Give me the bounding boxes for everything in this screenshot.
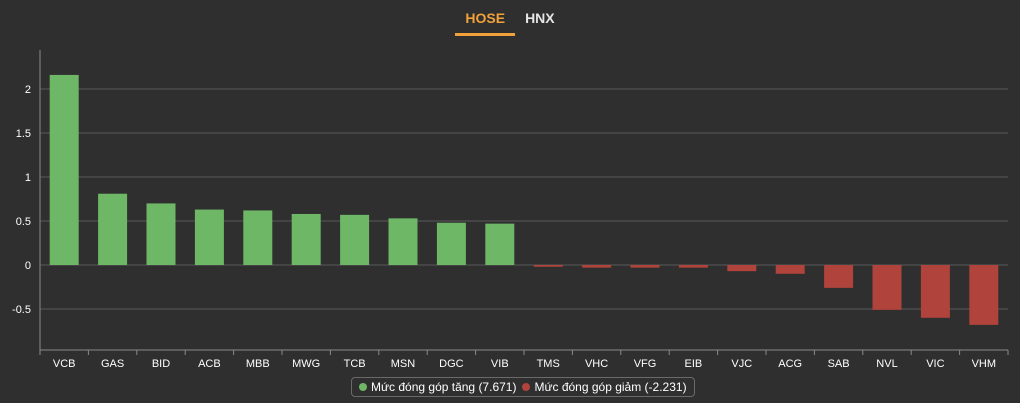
x-tick-label: TCB [344,358,366,370]
bar-mbb [243,210,273,265]
bar-nvl [872,265,902,310]
x-tick-label: VIB [491,358,509,370]
x-tick-label: GAS [101,358,124,370]
y-tick-label: -0.5 [12,304,31,316]
x-tick-label: SAB [828,358,850,370]
bar-vib [485,223,515,265]
x-tick-label: VHM [972,358,996,370]
bar-gas [98,193,128,265]
bar-vfg [630,265,660,268]
bar-sab [824,265,854,288]
x-tick-label: TMS [537,358,560,370]
legend-negative-label: Mức đóng góp giảm (-2.231) [534,380,687,394]
bar-mwg [291,213,321,265]
x-tick-label: VFG [634,358,657,370]
bar-vjc [727,265,757,272]
legend-item-positive[interactable]: Mức đóng góp tăng (7.671) [359,380,516,394]
x-tick-label: VJC [731,358,752,370]
bar-msn [388,218,418,265]
x-tick-label: VHC [585,358,608,370]
bar-vhm [969,265,999,325]
bar-vhc [582,265,612,268]
y-tick-label: 0 [25,260,31,272]
bar-eib [678,265,708,268]
bar-tcb [340,214,370,265]
y-tick-label: 0.5 [16,216,31,228]
y-tick-label: 2 [25,84,31,96]
bar-bid [146,203,176,265]
x-tick-label: EIB [685,358,703,370]
x-tick-label: MBB [246,358,270,370]
x-tick-label: DGC [439,358,464,370]
x-tick-label: BID [152,358,170,370]
x-tick-label: VIC [926,358,944,370]
bar-vcb [49,74,79,265]
bar-tms [533,265,563,267]
x-tick-label: MSN [391,358,416,370]
legend-positive-label: Mức đóng góp tăng (7.671) [371,380,517,394]
x-tick-label: MWG [292,358,320,370]
negative-dot-icon [522,383,531,391]
legend-item-negative[interactable]: Mức đóng góp giảm (-2.231) [522,380,687,394]
x-tick-label: ACB [198,358,221,370]
contribution-bar-chart: 2 1.5 1 0.5 0 -0.5 VCB GAS BID ACB MBB MWG TCB MSN DGC… [12,50,1009,370]
x-tick-label: NVL [876,358,897,370]
y-tick-label: 1.5 [16,128,31,140]
x-tick-label: VCB [53,358,76,370]
y-tick-label: 1 [25,172,31,184]
chart-legend: Mức đóng góp tăng (7.671) Mức đóng góp g… [351,377,695,397]
bar-vic [920,265,950,318]
x-tick-label: ACG [778,358,802,370]
bar-acb [194,209,224,265]
positive-dot-icon [359,383,367,391]
bar-dgc [436,222,466,265]
bar-acg [775,265,805,274]
